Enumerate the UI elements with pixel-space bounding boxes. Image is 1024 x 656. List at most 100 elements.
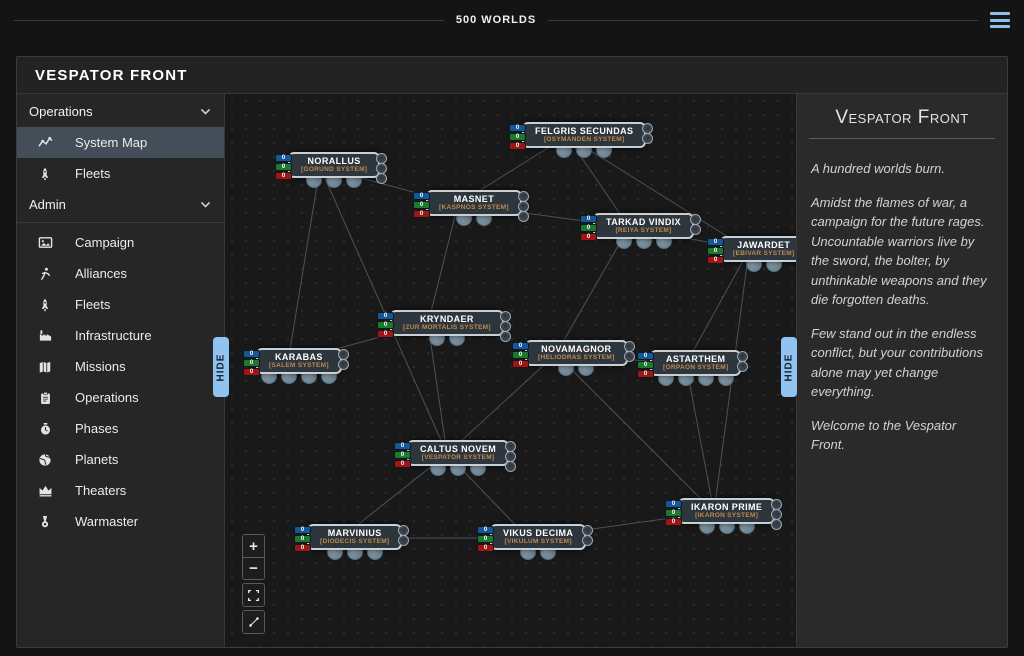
system-node-caltus[interactable]: 000CALTUS NOVEM[VESPATOR SYSTEM]✧✧✧ — [407, 440, 509, 466]
hide-sidebar-tab[interactable]: HIDE — [213, 337, 229, 397]
green-faction-chip: 0 — [580, 224, 597, 232]
blue-faction-chip: 0 — [580, 215, 597, 223]
system-node-box[interactable]: TARKAD VINDIX[REIYA SYSTEM] — [593, 213, 694, 239]
sidebar-item-label: Missions — [75, 359, 126, 374]
hide-info-tab[interactable]: HIDE — [781, 337, 797, 397]
fit-view-button[interactable] — [243, 611, 264, 633]
system-badges: ✧✧✧ — [771, 499, 782, 529]
sidebar-item-fleets[interactable]: Fleets — [17, 289, 224, 320]
rocket-icon — [34, 167, 56, 181]
system-node-jawardet[interactable]: 000JAWARDET[EBIVAR SYSTEM]✧✧✧ — [720, 236, 796, 262]
sidebar-section-operations[interactable]: Operations — [17, 96, 224, 127]
top-bar-rule-right — [548, 20, 978, 21]
sidebar-item-theaters[interactable]: Theaters — [17, 475, 224, 506]
system-node-box[interactable]: IKARON PRIME[IKARON SYSTEM] — [678, 498, 775, 524]
system-node-vikus[interactable]: 000VIKUS DECIMA[VIKULUM SYSTEM]✧✧ — [490, 524, 586, 550]
system-node-tarkad[interactable]: 000TARKAD VINDIX[REIYA SYSTEM]✧✧ — [593, 213, 694, 239]
red-faction-chip: 0 — [637, 370, 654, 378]
system-marker-icon[interactable]: ✧ — [771, 519, 782, 530]
system-map[interactable]: +− 000NORALLUS[GORUND SYSTEM]✧✧✧000FELGR… — [225, 94, 796, 647]
system-node-karabas[interactable]: 000KARABAS[SALEM SYSTEM]✧✧ — [256, 348, 342, 374]
faction-strength-chips: 000 — [275, 154, 292, 180]
system-node-norallus[interactable]: 000NORALLUS[GORUND SYSTEM]✧✧✧ — [288, 152, 380, 178]
sidebar-item-alliances[interactable]: Alliances — [17, 258, 224, 289]
sidebar-item-label: Alliances — [75, 266, 127, 281]
faction-strength-chips: 000 — [394, 442, 411, 468]
system-marker-icon[interactable]: ✧ — [398, 535, 409, 546]
sidebar-item-operations[interactable]: Operations — [17, 382, 224, 413]
map-control-group — [242, 583, 265, 607]
faction-strength-chips: 000 — [377, 312, 394, 338]
system-marker-icon[interactable]: ✧ — [376, 173, 387, 184]
system-node-astarthem[interactable]: 000ASTARTHEM[ORPAON SYSTEM]✧✧ — [650, 350, 741, 376]
system-node-box[interactable]: MASNET[KASPNOS SYSTEM] — [426, 190, 522, 216]
system-node-box[interactable]: FELGRIS SECUNDAS[OSYMANDEN SYSTEM] — [522, 122, 646, 148]
info-panel: Vespator Front A hundred worlds burn.Ami… — [796, 94, 1007, 647]
zoom-out-button[interactable]: − — [243, 557, 264, 579]
system-marker-icon[interactable]: ✧ — [690, 224, 701, 235]
system-node-box[interactable]: KARABAS[SALEM SYSTEM] — [256, 348, 342, 374]
sidebar-item-warmaster[interactable]: Warmaster — [17, 506, 224, 537]
blue-faction-chip: 0 — [477, 526, 494, 534]
sidebar-section-admin[interactable]: Admin — [17, 189, 224, 220]
system-node-box[interactable]: VIKUS DECIMA[VIKULUM SYSTEM] — [490, 524, 586, 550]
blue-faction-chip: 0 — [512, 342, 529, 350]
system-marker-icon[interactable]: ✧ — [582, 535, 593, 546]
hyperlane-edge — [447, 354, 556, 454]
system-node-felgris[interactable]: 000FELGRIS SECUNDAS[OSYMANDEN SYSTEM]✧✧ — [522, 122, 646, 148]
system-subtitle: [ORPAON SYSTEM] — [663, 364, 728, 371]
system-marker-icon[interactable]: ✧ — [338, 359, 349, 370]
system-name: JAWARDET — [733, 240, 794, 250]
system-badges: ✧✧ — [624, 341, 635, 361]
red-faction-chip: 0 — [512, 360, 529, 368]
system-name: IKARON PRIME — [691, 502, 762, 512]
system-node-box[interactable]: ASTARTHEM[ORPAON SYSTEM] — [650, 350, 741, 376]
hamburger-menu-icon[interactable] — [990, 12, 1010, 28]
sidebar-item-label: Campaign — [75, 235, 134, 250]
system-node-box[interactable]: KRYNDAER[ZUR MORTALIS SYSTEM] — [390, 310, 504, 336]
sidebar-item-phases[interactable]: Phases — [17, 413, 224, 444]
sidebar-item-campaign[interactable]: Campaign — [17, 227, 224, 258]
system-marker-icon[interactable]: ✧ — [505, 461, 516, 472]
red-faction-chip: 0 — [294, 544, 311, 552]
sidebar-item-missions[interactable]: Missions — [17, 351, 224, 382]
system-node-marvinius[interactable]: 000MARVINIUS[DIODECIS SYSTEM]✧✧ — [307, 524, 402, 550]
system-marker-icon[interactable]: ✧ — [624, 351, 635, 362]
system-marker-icon[interactable]: ✧ — [500, 331, 511, 342]
hyperlane-edge — [288, 167, 320, 362]
system-node-ikaron[interactable]: 000IKARON PRIME[IKARON SYSTEM]✧✧✧ — [678, 498, 775, 524]
blue-faction-chip: 0 — [637, 352, 654, 360]
red-faction-chip: 0 — [413, 210, 430, 218]
system-name: VIKUS DECIMA — [503, 528, 573, 538]
system-node-box[interactable]: NORALLUS[GORUND SYSTEM] — [288, 152, 380, 178]
fullscreen-button[interactable] — [243, 584, 264, 606]
blue-faction-chip: 0 — [275, 154, 292, 162]
system-node-box[interactable]: NOVAMAGNOR[HELIODRAS SYSTEM] — [525, 340, 628, 366]
sidebar-item-planets[interactable]: Planets — [17, 444, 224, 475]
system-node-novamagnor[interactable]: 000NOVAMAGNOR[HELIODRAS SYSTEM]✧✧ — [525, 340, 628, 366]
system-marker-icon[interactable]: ✧ — [642, 133, 653, 144]
zoom-in-button[interactable]: + — [243, 535, 264, 557]
system-node-box[interactable]: CALTUS NOVEM[VESPATOR SYSTEM] — [407, 440, 509, 466]
system-node-box[interactable]: JAWARDET[EBIVAR SYSTEM] — [720, 236, 796, 262]
system-node-kryndaer[interactable]: 000KRYNDAER[ZUR MORTALIS SYSTEM]✧✧✧ — [390, 310, 504, 336]
green-faction-chip: 0 — [665, 509, 682, 517]
system-marker-icon[interactable]: ✧ — [737, 361, 748, 372]
green-faction-chip: 0 — [477, 535, 494, 543]
sidebar-section-label: Operations — [29, 104, 93, 119]
sidebar-item-system-map[interactable]: System Map — [17, 127, 224, 158]
panel-body: Operations System Map Fleets Admin Campaign A… — [17, 94, 1007, 647]
hyperlane-edge — [428, 204, 458, 324]
system-node-masnet[interactable]: 000MASNET[KASPNOS SYSTEM]✧✧✧ — [426, 190, 522, 216]
sidebar-item-infrastructure[interactable]: Infrastructure — [17, 320, 224, 351]
sidebar-item-label: Fleets — [75, 166, 110, 181]
system-node-box[interactable]: MARVINIUS[DIODECIS SYSTEM] — [307, 524, 402, 550]
sidebar-item-fleets[interactable]: Fleets — [17, 158, 224, 189]
green-faction-chip: 0 — [294, 535, 311, 543]
hide-info-label: HIDE — [784, 353, 795, 381]
faction-strength-chips: 000 — [413, 192, 430, 218]
image-icon — [34, 235, 56, 250]
system-marker-icon[interactable]: ✧ — [518, 211, 529, 222]
green-faction-chip: 0 — [377, 321, 394, 329]
red-faction-chip: 0 — [275, 172, 292, 180]
